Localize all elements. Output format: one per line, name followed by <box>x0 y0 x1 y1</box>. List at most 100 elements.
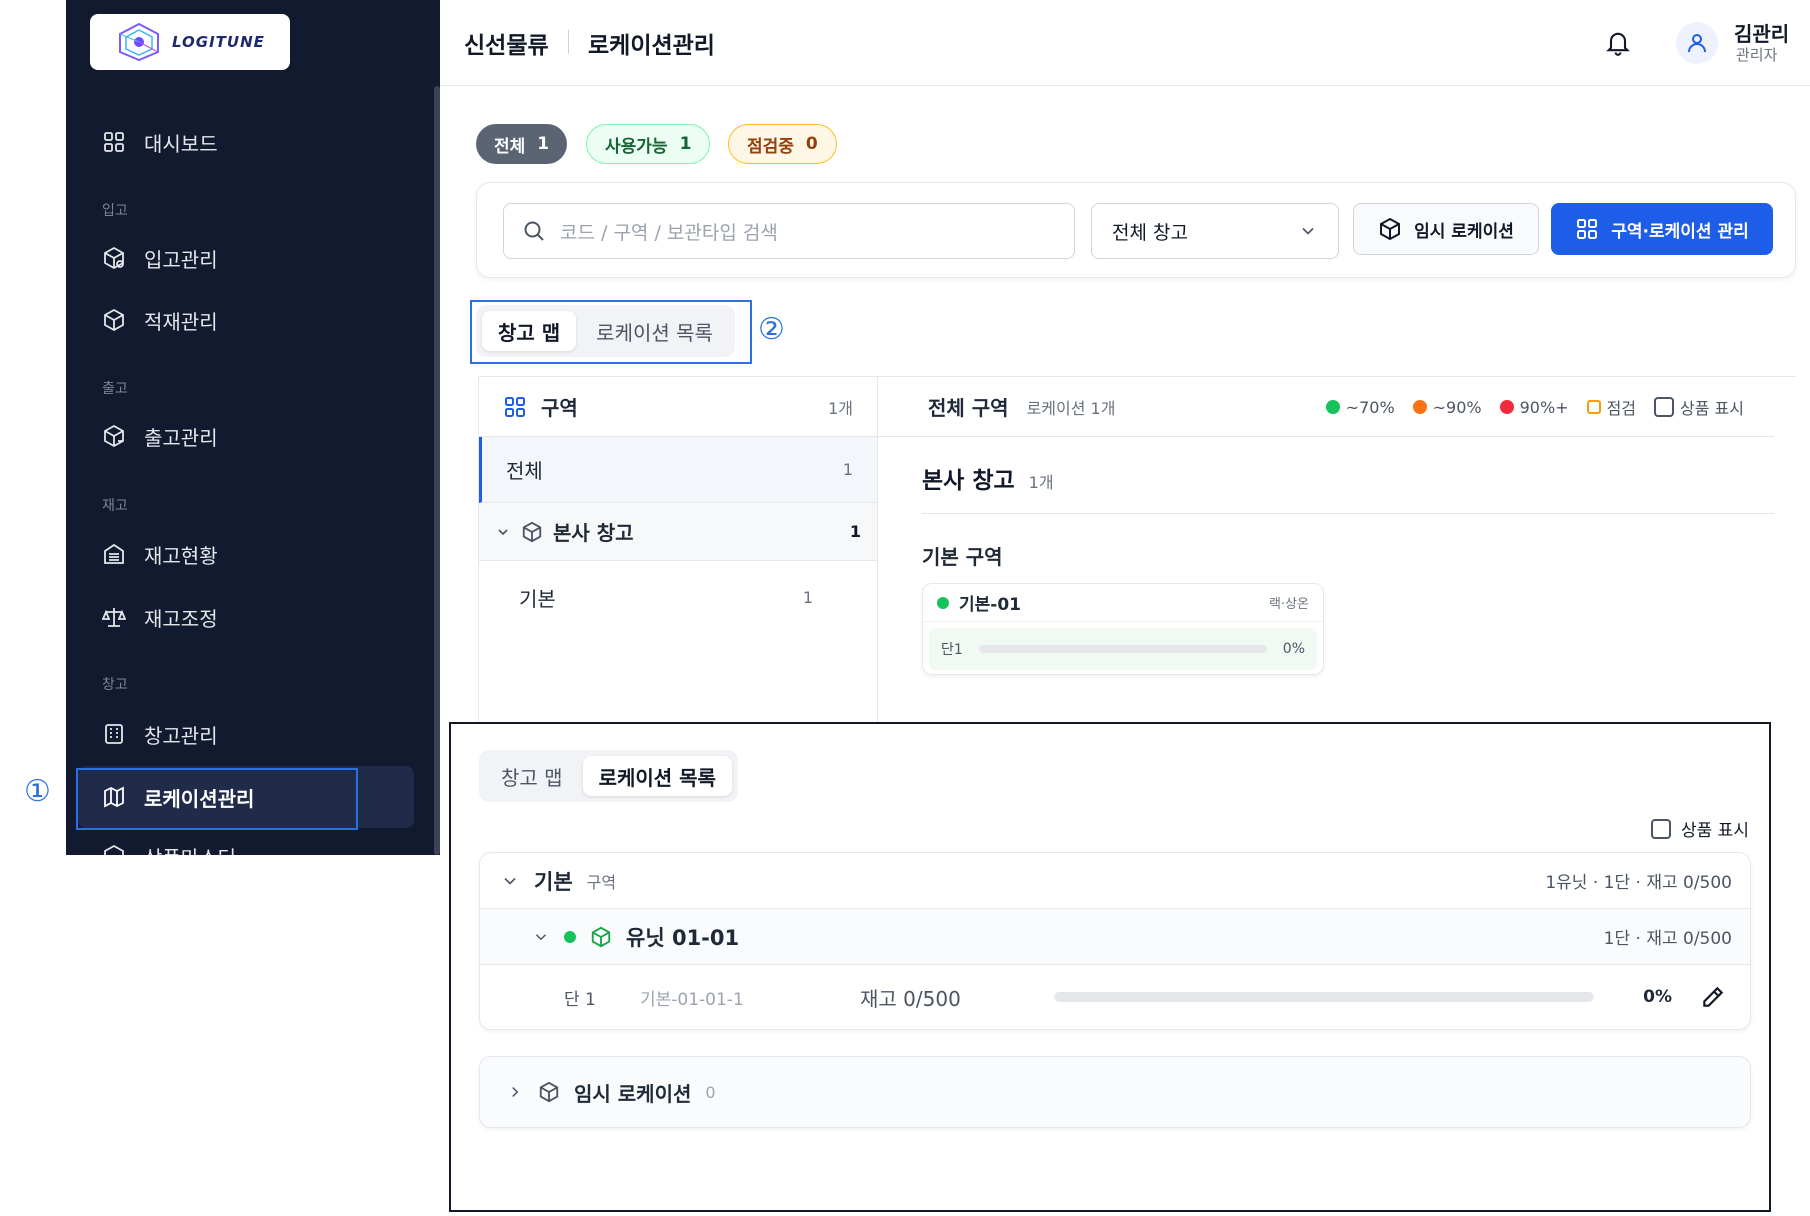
bell-icon[interactable] <box>1604 28 1632 56</box>
sidebar-item-stock-adjust[interactable]: 재고조정 <box>102 597 218 637</box>
map-panel: 전체 구역 로케이션 1개 ~70% ~90% 90%+ 점검 상품 표시 본사… <box>878 376 1796 722</box>
zone-group-header[interactable]: 기본 구역 1유닛 · 1단 · 재고 0/500 <box>480 853 1750 909</box>
sidebar-item-label: 출고관리 <box>144 425 218 450</box>
chip-count: 1 <box>537 134 550 154</box>
zone-row-all[interactable]: 전체 1 <box>479 437 877 503</box>
sidebar-item-outbound[interactable]: 출고관리 <box>102 416 218 456</box>
zone-location-manage-button[interactable]: 구역·로케이션 관리 <box>1551 203 1773 255</box>
zone-row-label: 전체 <box>506 459 543 483</box>
chevron-down-icon <box>535 933 547 940</box>
marker-1: ① <box>24 774 51 809</box>
chip-label: 사용가능 <box>605 136 668 157</box>
sidebar-scrollbar[interactable] <box>434 86 440 855</box>
temp-location-name: 임시 로케이션 <box>574 1081 692 1106</box>
avatar[interactable] <box>1676 22 1718 64</box>
legend-label: 90%+ <box>1519 397 1569 417</box>
building-icon <box>105 724 123 744</box>
zone-manage-label: 구역·로케이션 관리 <box>1611 221 1749 242</box>
logo-text: LOGITUNE <box>172 33 265 51</box>
chip-count: 1 <box>679 134 692 154</box>
zone-row-count: 1 <box>802 587 813 607</box>
temp-location-count: 0 <box>705 1082 716 1102</box>
level-progress <box>1054 992 1594 1002</box>
scale-icon <box>102 608 126 627</box>
legend-item-low: ~70% <box>1325 397 1395 417</box>
map-subtitle: 로케이션 1개 <box>1026 398 1116 418</box>
breadcrumb-company[interactable]: 신선물류 <box>464 26 549 60</box>
zone-panel-header: 구역 1개 <box>479 377 877 437</box>
level-row[interactable]: 단 1 기본-01-01-1 재고 0/500 0% <box>480 965 1750 1029</box>
level-percent: 0% <box>1643 987 1672 1007</box>
sidebar-item-inbound[interactable]: 입고관리 <box>102 238 218 278</box>
toolbar: 코드 / 구역 / 보관타입 검색 전체 창고 임시 로케이션 구역·로케이션 … <box>476 182 1796 278</box>
sidebar-item-warehouse[interactable]: 창고관리 <box>102 714 218 754</box>
legend-label: 점검 <box>1606 399 1637 418</box>
warehouse-name: 본사 창고 <box>922 468 1015 494</box>
divider <box>922 513 1774 514</box>
legend-item-inspection: 점검 <box>1586 395 1637 419</box>
temp-location-header[interactable]: 임시 로케이션 0 <box>480 1057 1750 1127</box>
tab-warehouse-map[interactable]: 창고 맵 <box>485 756 579 796</box>
nav-group-outbound: 출고 <box>102 381 128 397</box>
tab-location-list[interactable]: 로케이션 목록 <box>582 756 732 796</box>
legend: ~70% ~90% 90%+ 점검 상품 표시 <box>1325 395 1744 419</box>
pencil-icon[interactable] <box>1700 984 1726 1010</box>
map-header: 전체 구역 로케이션 1개 ~70% ~90% 90%+ 점검 상품 표시 <box>878 377 1774 437</box>
location-list-overlay: 창고 맵 로케이션 목록 상품 표시 기본 구역 1유닛 · 1단 · 재고 0… <box>449 722 1771 1212</box>
zone-row-warehouse[interactable]: 본사 창고 1 <box>479 503 877 561</box>
sidebar: LOGITUNE 대시보드 입고 입고관리 적재관리 출고 출고관리 재고 재고… <box>66 0 440 855</box>
unit-row[interactable]: 유닛 01-01 1단 · 재고 0/500 <box>480 909 1750 965</box>
zone-type: 구역 <box>586 872 617 892</box>
warehouse-select[interactable]: 전체 창고 <box>1091 203 1339 259</box>
unit-meta: 1단 · 재고 0/500 <box>1603 929 1732 949</box>
box-icon <box>522 521 542 542</box>
chip-label: 점검중 <box>747 136 794 157</box>
box-icon <box>1380 217 1401 241</box>
zone-panel-title: 구역 <box>541 396 578 420</box>
header: 신선물류 로케이션관리 김관리 관리자 <box>440 0 1810 86</box>
logo-mark-icon <box>119 22 159 62</box>
highlight-box-1 <box>76 768 358 830</box>
box-icon <box>104 308 124 332</box>
zone-meta: 1유닛 · 1단 · 재고 0/500 <box>1545 873 1732 893</box>
box-icon <box>539 1081 559 1103</box>
box-out-icon <box>104 424 124 448</box>
location-card[interactable]: 기본-01 랙·상온 단1 0% <box>922 583 1324 675</box>
chip-count: 0 <box>805 134 818 154</box>
legend-item-mid: ~90% <box>1412 398 1482 417</box>
chevron-down-icon <box>1302 227 1314 235</box>
sidebar-item-stock-status[interactable]: 재고현황 <box>102 534 218 574</box>
show-products-toggle[interactable]: 상품 표시 <box>1654 395 1744 419</box>
filter-chip-all[interactable]: 전체 1 <box>476 124 568 164</box>
level-progress <box>978 645 1267 653</box>
status-dot <box>564 930 576 943</box>
chevron-down-icon <box>504 877 516 885</box>
show-products-label: 상품 표시 <box>1680 399 1744 418</box>
warehouse-count: 1개 <box>1028 473 1054 492</box>
search-input[interactable]: 코드 / 구역 / 보관타입 검색 <box>503 203 1075 259</box>
sidebar-item-loading[interactable]: 적재관리 <box>102 300 218 340</box>
zone-row-basic[interactable]: 기본 1 <box>479 561 877 633</box>
sidebar-item-label: 창고관리 <box>144 723 218 748</box>
box-in-icon <box>104 246 124 270</box>
zone-row-label: 본사 창고 <box>553 521 634 545</box>
checkbox[interactable] <box>1651 818 1671 839</box>
sidebar-item-label: 대시보드 <box>144 131 218 156</box>
nav-group-warehouse: 창고 <box>102 677 128 693</box>
zone-title: 기본 구역 <box>922 545 1003 569</box>
search-placeholder: 코드 / 구역 / 보관타입 검색 <box>560 221 778 244</box>
sidebar-item-product-master[interactable]: 상품마스터 <box>102 836 236 855</box>
location-code: 기본-01 <box>959 595 1021 615</box>
sidebar-item-dashboard[interactable]: 대시보드 <box>102 122 218 162</box>
filter-chip-available[interactable]: 사용가능 1 <box>586 124 711 164</box>
logo[interactable]: LOGITUNE <box>90 14 290 70</box>
legend-dot <box>1412 400 1427 414</box>
checkbox[interactable] <box>1654 397 1675 417</box>
view-tabs: 창고 맵 로케이션 목록 <box>479 750 738 802</box>
show-products-toggle[interactable]: 상품 표시 <box>1651 816 1749 841</box>
temp-location-button[interactable]: 임시 로케이션 <box>1353 203 1539 255</box>
legend-dot <box>1325 400 1340 414</box>
legend-label: ~70% <box>1345 397 1395 417</box>
filter-chip-inspection[interactable]: 점검중 0 <box>728 124 837 164</box>
location-tag: 랙·상온 <box>1268 597 1309 612</box>
